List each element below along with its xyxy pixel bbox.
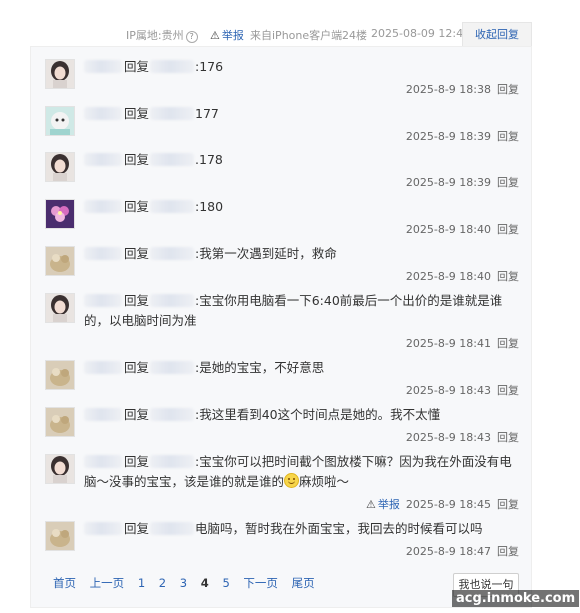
pagination: 首页 上一页 1 2 3 4 5 下一页 尾页	[53, 575, 325, 591]
girl-portrait-avatar[interactable]	[45, 293, 75, 323]
redacted-username[interactable]	[150, 247, 195, 260]
redacted-username[interactable]	[84, 153, 122, 166]
help-icon[interactable]: ?	[185, 31, 198, 43]
redacted-username[interactable]	[150, 60, 195, 73]
page-link[interactable]: 5	[222, 576, 229, 590]
cat-photo-avatar[interactable]	[45, 246, 75, 276]
floor-number: 24楼	[342, 29, 367, 42]
ip-location: IP属地:贵州?	[126, 27, 198, 43]
redacted-username[interactable]	[84, 455, 122, 468]
redacted-username[interactable]	[150, 107, 195, 120]
cat-photo-avatar[interactable]	[45, 407, 75, 437]
redacted-username[interactable]	[150, 522, 195, 535]
purple-flower-avatar[interactable]	[45, 199, 75, 229]
sub-reply-item: 回复:宝宝你可以把时间截个图放楼下嘛？因为我在外面没有电脑～没事的宝宝，该是谁的…	[31, 442, 531, 511]
report-link[interactable]: ⚠ 举报	[210, 27, 244, 43]
warning-icon: ⚠	[210, 29, 220, 42]
redacted-username[interactable]	[150, 455, 195, 468]
sub-reply-text: 回复:宝宝你可以把时间截个图放楼下嘛？因为我在外面没有电脑～没事的宝宝，该是谁的…	[84, 454, 512, 489]
redacted-username[interactable]	[150, 361, 195, 374]
cat-photo-avatar[interactable]	[45, 360, 75, 390]
redacted-username[interactable]	[84, 200, 122, 213]
sub-reply-text: 回复:宝宝你用电脑看一下6:40前最后一个出价的是谁就是谁的，以电脑时间为准	[84, 293, 503, 328]
sub-reply-item: 回复:176 2025-8-9 18:38 回复	[31, 47, 531, 96]
sub-reply-text: 回复:180	[84, 197, 514, 217]
cartoon-character-avatar[interactable]	[45, 106, 75, 136]
page-link[interactable]: 1	[138, 576, 145, 590]
prev-page-link[interactable]: 上一页	[90, 576, 125, 590]
redacted-username[interactable]	[84, 107, 122, 120]
redacted-username[interactable]	[84, 522, 122, 535]
redacted-username[interactable]	[150, 294, 195, 307]
girl-portrait-avatar[interactable]	[45, 59, 75, 89]
sub-reply-item: 回复:宝宝你用电脑看一下6:40前最后一个出价的是谁就是谁的，以电脑时间为准 2…	[31, 281, 531, 350]
sub-reply-item: 回复:是她的宝宝，不好意思 2025-8-9 18:43 回复	[31, 348, 531, 397]
sub-reply-item: 回复 .178 2025-8-9 18:39 回复	[31, 140, 531, 189]
site-watermark: acg.inmoke.com	[452, 590, 580, 607]
sub-reply-text: 回复 .178	[84, 150, 514, 170]
client-source: 来自iPhone客户端	[250, 29, 343, 42]
post-time: 2025-08-09 12:41	[371, 27, 471, 40]
first-page-link[interactable]: 首页	[53, 576, 76, 590]
sub-reply-item: 回复:我第一次遇到延时，救命 2025-8-9 18:40 回复	[31, 234, 531, 283]
sub-reply-text: 回复:我这里看到40这个时间点是她的。我不太懂	[84, 405, 514, 425]
sub-reply-item: 回复 电脑吗，暂时我在外面宝宝，我回去的时候看可以吗 2025-8-9 18:47…	[31, 509, 531, 565]
redacted-username[interactable]	[84, 408, 122, 421]
redacted-username[interactable]	[84, 361, 122, 374]
sub-reply-text: 回复 电脑吗，暂时我在外面宝宝，我回去的时候看可以吗	[84, 519, 514, 539]
redacted-username[interactable]	[84, 247, 122, 260]
sub-reply-text: 回复:我第一次遇到延时，救命	[84, 244, 514, 264]
sub-reply-meta: 2025-8-9 18:47 回复	[405, 545, 519, 558]
redacted-username[interactable]	[150, 408, 195, 421]
next-page-link[interactable]: 下一页	[243, 576, 278, 590]
last-page-link[interactable]: 尾页	[292, 576, 315, 590]
reply-link[interactable]: 回复	[497, 545, 519, 558]
post-tail: IP属地:贵州? ⚠ 举报 来自iPhone客户端 24楼 2025-08-09 …	[0, 22, 580, 47]
page-link[interactable]: 2	[159, 576, 166, 590]
sub-reply-text: 回复:是她的宝宝，不好意思	[84, 358, 514, 378]
smile-emoji-icon	[284, 473, 300, 488]
sub-reply-text: 回复:176	[84, 57, 514, 77]
cat-photo-avatar[interactable]	[45, 521, 75, 551]
page-link[interactable]: 3	[180, 576, 187, 590]
redacted-username[interactable]	[84, 294, 122, 307]
sub-reply-item: 回复:我这里看到40这个时间点是她的。我不太懂 2025-8-9 18:43 回复	[31, 395, 531, 444]
redacted-username[interactable]	[84, 60, 122, 73]
redacted-username[interactable]	[150, 153, 195, 166]
girl-portrait-avatar[interactable]	[45, 152, 75, 182]
sub-reply-item: 回复 177 2025-8-9 18:39 回复	[31, 94, 531, 143]
girl-portrait-avatar[interactable]	[45, 454, 75, 484]
redacted-username[interactable]	[150, 200, 195, 213]
sub-reply-box: 回复:176 2025-8-9 18:38 回复 回复 177 2025-8-9 1…	[30, 46, 532, 608]
sub-reply-text: 回复 177	[84, 104, 514, 124]
sub-reply-item: 回复:180 2025-8-9 18:40 回复	[31, 187, 531, 236]
current-page: 4	[200, 576, 209, 590]
collapse-replies-button[interactable]: 收起回复	[462, 22, 532, 47]
